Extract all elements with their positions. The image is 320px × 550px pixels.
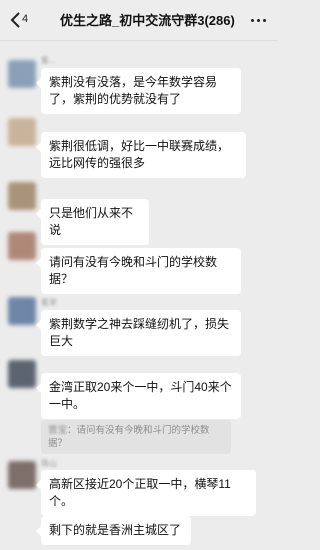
avatar[interactable] <box>8 232 36 260</box>
avatar[interactable] <box>8 118 36 146</box>
message-bubble[interactable]: 只是他们从来不说 <box>36 199 149 245</box>
avatar[interactable] <box>8 297 36 325</box>
chat-title: 优生之路_初中交流守群3(286) <box>60 13 235 28</box>
message-bubble[interactable]: 高新区接近20个正取一中，横琴11个。 <box>36 470 256 516</box>
quoted-sender: 曾宝 <box>48 425 68 436</box>
message-bubble[interactable]: 紫荆数学之神去踩缝纫机了，损失巨大 <box>36 310 241 356</box>
quoted-message[interactable]: 曾宝：请问有没有今晚和斗门的学校数据？ <box>41 420 231 454</box>
sender-name: 珠山 <box>41 459 57 468</box>
avatar[interactable] <box>8 360 36 388</box>
message-bubble[interactable]: 紫荆很低调，好比一中联赛成绩，远比网传的强很多 <box>36 132 246 178</box>
avatar[interactable] <box>8 60 36 88</box>
avatar[interactable] <box>8 182 36 210</box>
message-bubble[interactable]: 紫荆没有没落，是今年数学容易了，紫荆的优势就没有了 <box>36 68 241 114</box>
sender-name: 紫宋 <box>41 298 57 307</box>
chat-header: 4 优生之路_初中交流守群3(286) <box>0 0 277 41</box>
avatar[interactable] <box>8 461 36 489</box>
message-bubble[interactable]: 请问有没有今晚和斗门的学校数据？ <box>36 248 241 294</box>
message-bubble[interactable]: 金湾正取20来个一中，斗门40来个一中。 <box>36 373 241 419</box>
sender-name: 紫... <box>41 56 56 65</box>
unread-count[interactable]: 4 <box>22 13 28 25</box>
more-options-icon[interactable] <box>247 10 269 30</box>
message-bubble[interactable]: 剩下的就是香洲主城区了 <box>36 516 191 545</box>
